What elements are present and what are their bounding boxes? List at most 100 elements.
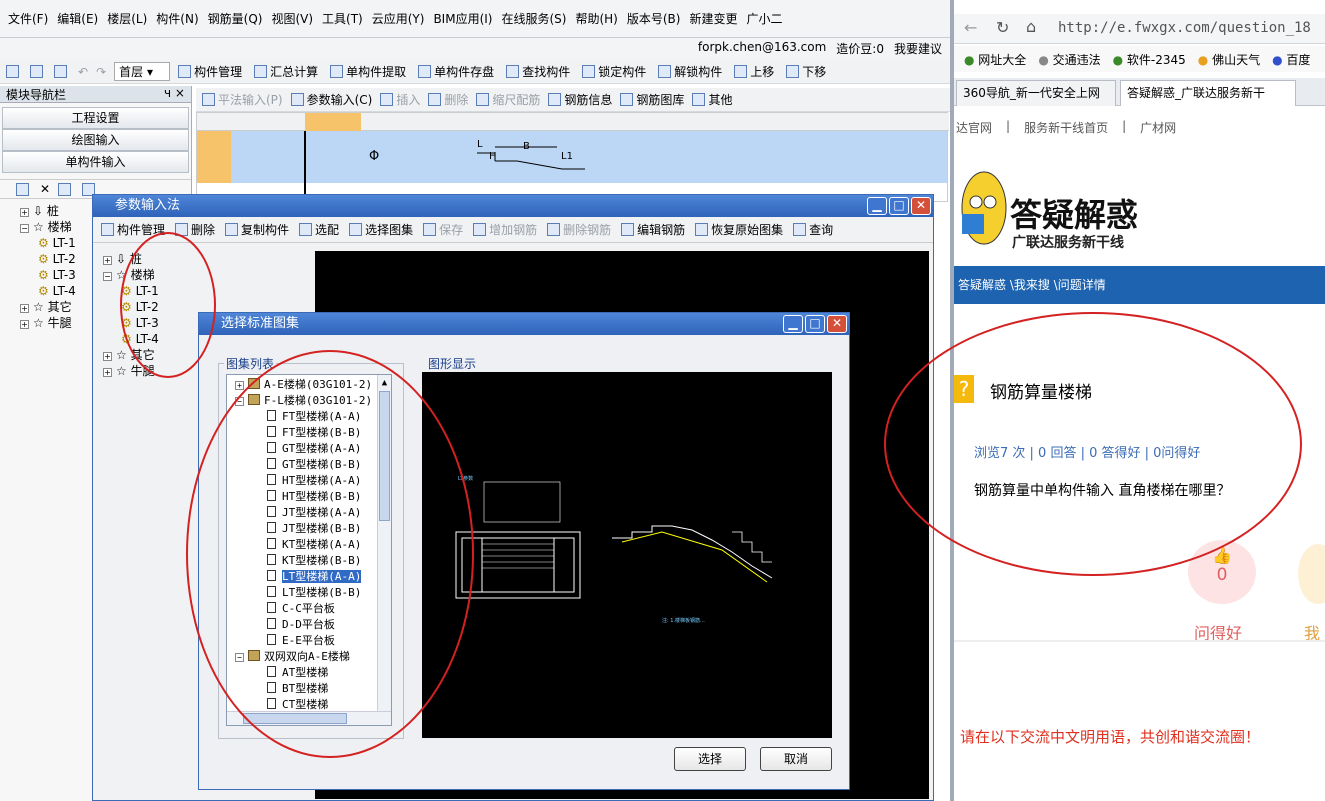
new-icon[interactable]: [6, 65, 19, 78]
save-icon[interactable]: [54, 65, 67, 78]
nav-single-input[interactable]: 单构件输入: [2, 151, 189, 173]
dialog-titlebar[interactable]: 选择标准图集 ▁ □ ✕: [199, 313, 849, 335]
tab-qa[interactable]: 答疑解惑_广联达服务新干: [1120, 80, 1296, 106]
menu-item[interactable]: 楼层(L): [107, 10, 147, 27]
redo-icon[interactable]: ↷: [96, 65, 106, 79]
tree-item-label: 其它: [47, 300, 72, 314]
cancel-button[interactable]: 取消: [760, 747, 832, 771]
toolbar-button[interactable]: 插入: [380, 91, 420, 108]
bookmark-item[interactable]: ● 软件-2345: [1113, 51, 1186, 68]
expand-icon[interactable]: +: [103, 368, 112, 377]
expand-icon[interactable]: +: [20, 320, 29, 329]
bookmark-icon: ●: [1197, 52, 1213, 67]
minimize-icon[interactable]: ▁: [783, 315, 803, 333]
menu-item[interactable]: 新建变更: [689, 10, 737, 27]
tree-item-label: LT-4: [52, 284, 76, 298]
account-email[interactable]: forpk.chen@163.com: [698, 40, 826, 57]
bookmark-item[interactable]: ● 佛山天气: [1198, 51, 1260, 68]
nav-project-settings[interactable]: 工程设置: [2, 107, 189, 129]
bookmark-item[interactable]: ● 交通违法: [1038, 51, 1100, 68]
toolbar-button[interactable]: 查询: [793, 221, 833, 238]
maximize-icon[interactable]: □: [889, 197, 909, 215]
site-link[interactable]: 服务新干线首页: [1024, 119, 1108, 136]
component-icon: ⚙: [38, 284, 53, 298]
toolbar-button[interactable]: 汇总计算: [254, 63, 318, 80]
toolbar-button[interactable]: 其他: [692, 91, 732, 108]
param-window-titlebar[interactable]: 参数输入法 ▁ □ ✕: [93, 195, 933, 217]
maximize-icon[interactable]: □: [805, 315, 825, 333]
expand-icon[interactable]: +: [235, 381, 244, 390]
expand-icon[interactable]: +: [103, 256, 112, 265]
menu-item[interactable]: 构件(N): [156, 10, 198, 27]
breadcrumb[interactable]: 答疑解惑 \我来搜 \问题详情: [954, 266, 1325, 304]
home-icon[interactable]: ⌂: [1026, 17, 1036, 36]
toolbar-button[interactable]: 下移: [786, 63, 826, 80]
menu-item[interactable]: BIM应用(I): [433, 10, 492, 27]
floor-select[interactable]: 首层 ▾: [114, 62, 171, 81]
toolbar-button[interactable]: 删除钢筋: [547, 221, 611, 238]
toolbar-button[interactable]: 钢筋图库: [620, 91, 684, 108]
menu-item[interactable]: 编辑(E): [57, 10, 98, 27]
select-button[interactable]: 选择: [674, 747, 746, 771]
toolbar-button[interactable]: 平法输入(P): [202, 91, 283, 108]
site-link[interactable]: 广材网: [1140, 119, 1176, 136]
minimize-icon[interactable]: ▁: [867, 197, 887, 215]
list-icon[interactable]: [16, 182, 29, 196]
toolbar-icon: [428, 93, 442, 106]
expand-icon[interactable]: +: [20, 208, 29, 217]
toolbar-icon: [254, 65, 268, 78]
toolbar-button[interactable]: 锁定构件: [582, 63, 646, 80]
expand-icon[interactable]: +: [103, 352, 112, 361]
toolbar-icon: [476, 93, 490, 106]
bookmark-item[interactable]: ● 百度: [1272, 51, 1310, 68]
toolbar-button[interactable]: 编辑钢筋: [621, 221, 685, 238]
toolbar-button[interactable]: 复制构件: [225, 221, 289, 238]
menu-item[interactable]: 广小二: [746, 10, 782, 27]
menu-item[interactable]: 钢筋量(Q): [208, 10, 263, 27]
toolbar-button-label: 解锁构件: [674, 65, 723, 79]
toolbar-button[interactable]: 查找构件: [506, 63, 570, 80]
toolbar-button[interactable]: 解锁构件: [658, 63, 722, 80]
back-icon[interactable]: ←: [964, 18, 977, 37]
url-field[interactable]: http://e.fwxgx.com/question_18: [1058, 20, 1311, 36]
menu-item[interactable]: 帮助(H): [575, 10, 617, 27]
pin-close-icon[interactable]: ч ×: [164, 86, 185, 102]
site-link[interactable]: 达官网: [956, 119, 992, 136]
menu-item[interactable]: 在线服务(S): [501, 10, 566, 27]
annotation-ellipse: [186, 350, 474, 758]
toolbar-button[interactable]: 单构件提取: [330, 63, 406, 80]
menu-item[interactable]: 文件(F): [8, 10, 48, 27]
toolbar-button[interactable]: 上移: [734, 63, 774, 80]
expand-icon[interactable]: −: [103, 272, 112, 281]
menu-item[interactable]: 版本号(B): [627, 10, 681, 27]
close-icon[interactable]: ✕: [827, 315, 847, 333]
menu-item[interactable]: 视图(V): [271, 10, 313, 27]
toolbar-button-label: 增加钢筋: [489, 223, 538, 237]
toolbar-button[interactable]: 选择图集: [349, 221, 413, 238]
shape-label-l: L: [477, 139, 483, 150]
close-icon[interactable]: ✕: [911, 197, 931, 215]
toolbar-button[interactable]: 恢复原始图集: [695, 221, 783, 238]
open-icon[interactable]: [30, 65, 43, 78]
refresh-icon[interactable]: ↻: [996, 18, 1009, 37]
toolbar-button[interactable]: 构件管理: [178, 63, 242, 80]
toolbar-button[interactable]: 单构件存盘: [418, 63, 494, 80]
toolbar-button[interactable]: 缩尺配筋: [476, 91, 540, 108]
toolbar-button[interactable]: 删除: [428, 91, 468, 108]
copy-icon[interactable]: [58, 182, 72, 196]
tab-360[interactable]: 360导航_新一代安全上网: [956, 80, 1116, 106]
toolbar-button[interactable]: 钢筋信息: [548, 91, 612, 108]
expand-icon[interactable]: +: [20, 304, 29, 313]
toolbar-button[interactable]: 增加钢筋: [473, 221, 537, 238]
menu-item[interactable]: 工具(T): [322, 10, 363, 27]
toolbar-button[interactable]: 保存: [423, 221, 463, 238]
delete-icon[interactable]: ✕: [40, 182, 50, 196]
expand-icon[interactable]: −: [20, 224, 29, 233]
toolbar-button[interactable]: 参数输入(C): [290, 91, 372, 108]
bookmark-item[interactable]: ● 网址大全: [964, 51, 1026, 68]
undo-icon[interactable]: ↶: [78, 65, 88, 79]
nav-drawing-input[interactable]: 绘图输入: [2, 129, 189, 151]
toolbar-button[interactable]: 选配: [299, 221, 339, 238]
suggest-link[interactable]: 我要建议: [894, 40, 942, 57]
menu-item[interactable]: 云应用(Y): [372, 10, 425, 27]
